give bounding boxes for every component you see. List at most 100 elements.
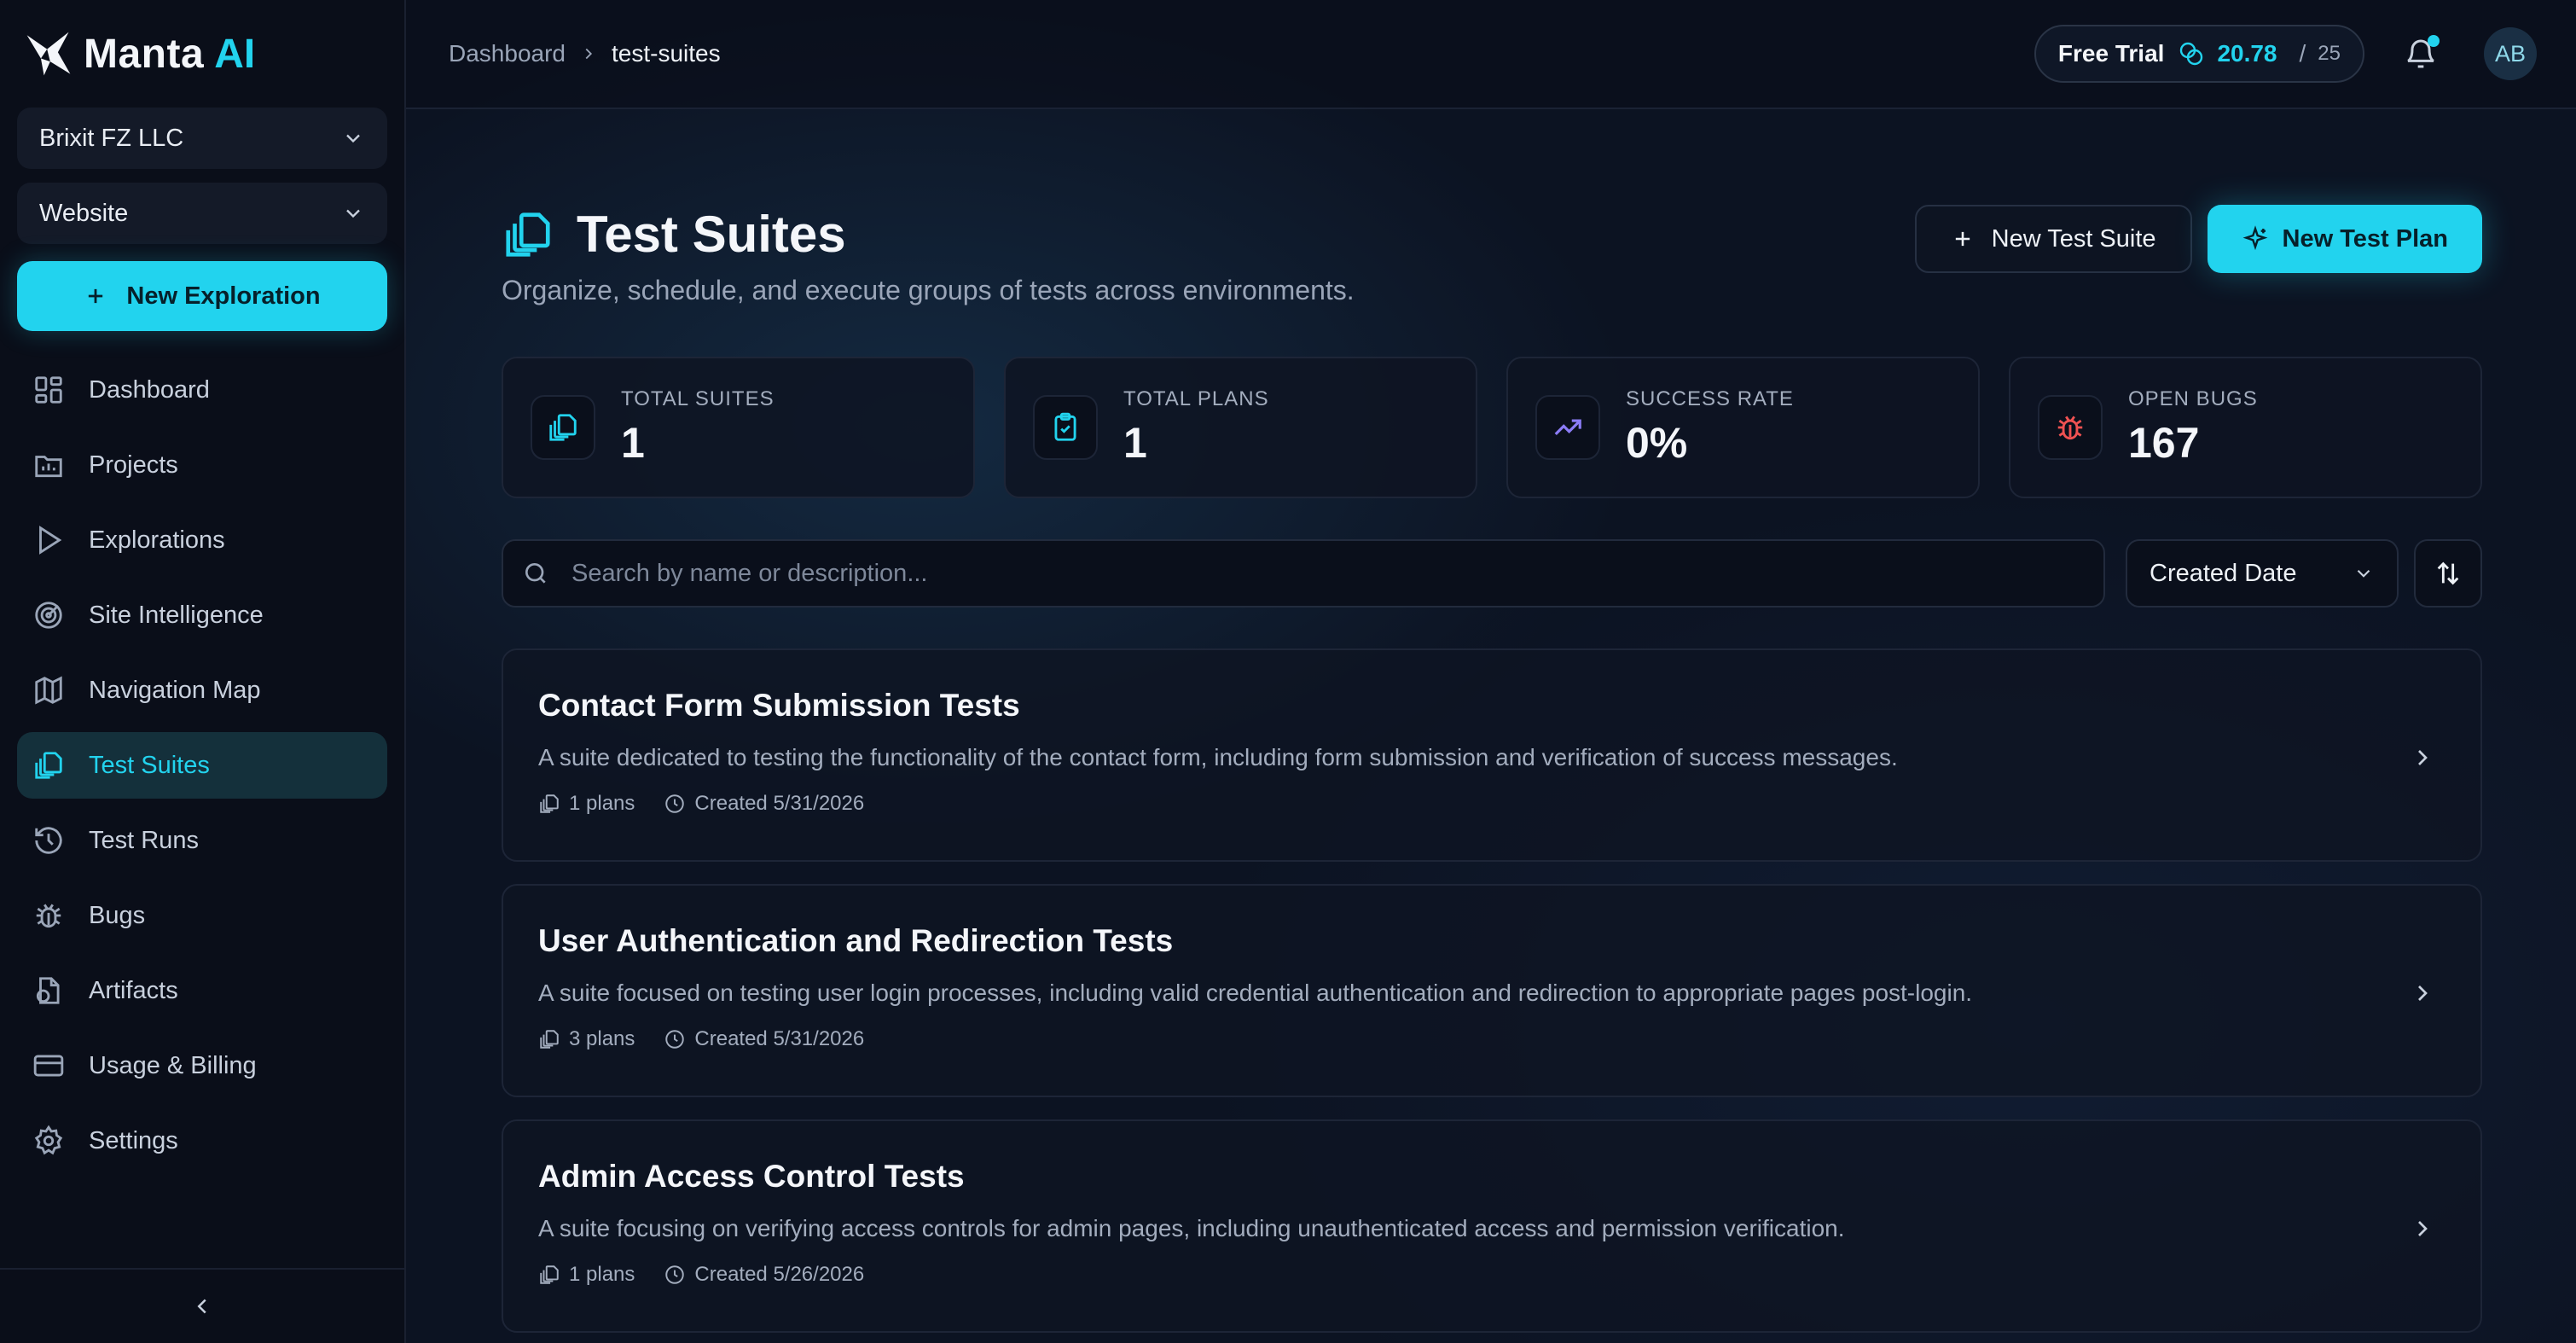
sidebar-item-label: Dashboard [89,375,210,404]
page-title: Test Suites [577,206,846,263]
sidebar-nav: Dashboard Projects Explorations Site Int… [17,357,387,1174]
brand-name: Manta [84,31,205,77]
stat-value: 1 [621,419,645,467]
chevron-right-icon [585,48,593,60]
sidebar-item-test-runs[interactable]: Test Runs [17,807,387,874]
stat-card-total-suites: TOTAL SUITES 1 [502,357,975,498]
suite-title: User Authentication and Redirection Test… [538,923,1174,958]
sidebar-item-label: Explorations [89,526,225,554]
stat-label: TOTAL SUITES [621,387,775,410]
stack-icon [540,1265,559,1284]
search-box [502,539,2105,608]
clipboard-check-icon [1054,412,1076,441]
stack-icon [549,414,577,441]
stat-label: TOTAL PLANS [1123,387,1269,410]
clock-icon [665,1265,685,1284]
chevron-right-icon [2418,985,2428,1001]
suite-created-date: Created 5/31/2026 [694,1027,865,1050]
project-select-value: Website [39,199,129,227]
sidebar-item-site-intelligence[interactable]: Site Intelligence [17,582,387,648]
avatar[interactable]: AB [2484,27,2537,80]
suite-card[interactable]: Contact Form Submission Tests A suite de… [502,648,2482,862]
bug-icon [2057,416,2083,440]
sidebar-item-label: Navigation Map [89,676,261,704]
chevron-down-icon [346,209,360,218]
sidebar-item-label: Usage & Billing [89,1051,257,1079]
trial-label: Free Trial [2057,40,2165,67]
sidebar-item-label: Settings [89,1126,178,1154]
title-row: Test Suites [502,205,846,264]
chevron-right-icon [2418,750,2428,765]
clock-icon [665,1030,685,1049]
credit-card-icon [33,1055,64,1077]
suite-card[interactable]: User Authentication and Redirection Test… [502,884,2482,1097]
suite-plans-count: 1 plans [569,1263,635,1286]
page-actions: New Test Suite New Test Plan [1914,205,2482,273]
suite-meta: 3 plans Created 5/31/2026 [538,1027,2480,1051]
breadcrumb-dashboard-link[interactable]: Dashboard [449,40,566,67]
filter-bar: Created Date [502,539,2482,608]
new-test-suite-button[interactable]: New Test Suite [1914,205,2192,273]
history-icon [35,827,62,854]
sidebar-item-label: Test Suites [89,751,210,779]
stack-icon [540,794,559,813]
stat-value: 167 [2128,419,2200,467]
stat-icon-box [2038,395,2103,460]
play-icon [39,526,62,555]
sidebar-collapse-button[interactable] [0,1268,404,1343]
sidebar-item-bugs[interactable]: Bugs [17,882,387,949]
sidebar-item-label: Site Intelligence [89,601,264,629]
gear-icon [34,1125,63,1155]
new-test-suite-label: New Test Suite [1991,224,2156,253]
suite-card[interactable]: Admin Access Control Tests A suite focus… [502,1119,2482,1333]
trend-up-icon [1554,419,1581,436]
app-root: Manta AI Brixit FZ LLC Website New Explo… [0,0,2576,1343]
breadcrumb-current: test-suites [611,40,721,67]
sidebar-item-explorations[interactable]: Explorations [17,507,387,573]
new-test-plan-label: New Test Plan [2282,224,2448,253]
stats-row: TOTAL SUITES 1 TOTAL PLANS 1 SUCCESS RAT… [502,357,2482,498]
stat-value: 0% [1626,419,1688,467]
sidebar-item-navigation-map[interactable]: Navigation Map [17,657,387,724]
page-content: Test Suites Organize, schedule, and exec… [502,109,2482,1333]
sort-arrows-icon [2437,561,2459,585]
sidebar-item-label: Test Runs [89,826,199,854]
stat-icon-box [1535,395,1600,460]
sidebar-item-settings[interactable]: Settings [17,1108,387,1174]
sort-direction-button[interactable] [2414,539,2482,608]
search-input[interactable] [571,559,2103,588]
stack-icon [506,212,550,257]
new-exploration-button[interactable]: New Exploration [17,261,387,331]
notifications-button[interactable] [2404,35,2440,71]
brand-logo[interactable]: Manta AI [17,0,387,108]
suite-created-date: Created 5/26/2026 [694,1263,865,1286]
sidebar-item-artifacts[interactable]: Artifacts [17,957,387,1024]
project-select[interactable]: Website [17,183,387,244]
suite-plans-count: 1 plans [569,792,635,815]
sort-select[interactable]: Created Date [2126,539,2399,608]
chevron-left-icon [197,1299,206,1314]
stack-icon [540,1030,559,1049]
free-trial-badge[interactable]: Free Trial 20.78 / 25 [2034,25,2364,83]
stat-card-total-plans: TOTAL PLANS 1 [1004,357,1477,498]
breadcrumb: Dashboard test-suites [449,40,721,67]
suite-created-date: Created 5/31/2026 [694,792,865,815]
sidebar-item-label: Projects [89,451,178,479]
chevron-down-icon [2357,569,2370,578]
topbar: Dashboard test-suites Free Trial 20.78 /… [406,0,2576,109]
sidebar-item-dashboard[interactable]: Dashboard [17,357,387,423]
stat-icon-box [1033,395,1098,460]
stat-value: 1 [1123,419,1147,467]
sidebar-item-projects[interactable]: Projects [17,432,387,498]
new-test-plan-button[interactable]: New Test Plan [2207,205,2482,273]
trial-separator: / [2299,40,2306,67]
sidebar-item-usage-billing[interactable]: Usage & Billing [17,1032,387,1099]
sidebar-item-label: Bugs [89,901,146,929]
suite-title: Admin Access Control Tests [538,1159,965,1194]
dashboard-grid-icon [35,376,62,404]
org-select[interactable]: Brixit FZ LLC [17,108,387,169]
trial-credits-used: 20.78 [2217,40,2277,67]
notification-dot [2428,35,2440,47]
sidebar-item-test-suites[interactable]: Test Suites [17,732,387,799]
sparkles-icon [2242,225,2267,251]
